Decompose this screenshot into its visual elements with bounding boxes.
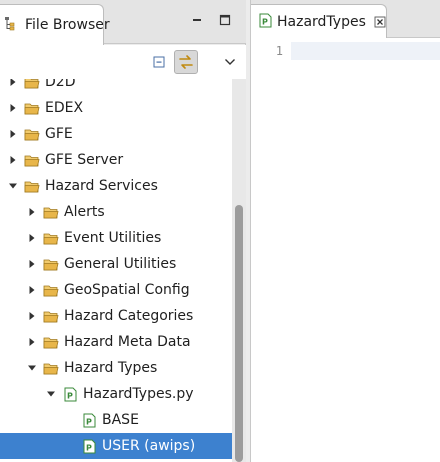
python-file-icon: P — [259, 13, 272, 32]
expanded-arrow-icon[interactable] — [8, 181, 18, 191]
svg-text:P: P — [86, 443, 92, 452]
tree-item-label: General Utilities — [64, 256, 177, 272]
tree-folder-row[interactable]: GeoSpatial Config — [0, 277, 232, 303]
file-tree: D2D EDEX GFE GFE Server Hazard Services Alert… — [0, 79, 232, 462]
tab-hazardtypes[interactable]: P HazardTypes — [251, 4, 387, 39]
tree-file-row[interactable]: P HazardTypes.py — [0, 381, 232, 407]
folder-icon — [43, 205, 59, 219]
file-browser-icon — [4, 15, 20, 35]
tree-folder-row[interactable]: GFE Server — [0, 147, 232, 173]
file-browser-tabbar: File Browser — [0, 0, 246, 45]
tree-item-label: Hazard Services — [45, 178, 158, 194]
tree-item-label: USER (awips) — [102, 438, 196, 454]
folder-icon — [43, 231, 59, 245]
chevron-down-icon — [225, 59, 235, 65]
line-number-gutter: 1 — [251, 38, 291, 462]
tree-item-label: Alerts — [64, 204, 105, 220]
folder-icon — [24, 179, 40, 193]
editor-panel: P HazardTypes 1 — [250, 0, 440, 462]
minimize-button[interactable] — [189, 12, 205, 28]
folder-icon — [43, 309, 59, 323]
collapsed-arrow-icon[interactable] — [27, 259, 37, 269]
python-file-icon: P — [62, 387, 78, 401]
expanded-arrow-icon[interactable] — [27, 363, 37, 373]
tree-folder-row[interactable]: EDEX — [0, 95, 232, 121]
file-browser-panel: File Browser D2D EDEX GFE GFE Server Haz… — [0, 0, 246, 462]
tree-folder-row[interactable]: Hazard Services — [0, 173, 232, 199]
close-icon — [374, 16, 386, 28]
line-number: 1 — [275, 44, 283, 58]
minimize-icon — [193, 19, 201, 21]
collapsed-arrow-icon[interactable] — [8, 155, 18, 165]
folder-icon — [24, 127, 40, 141]
folder-icon — [24, 153, 40, 167]
collapsed-arrow-icon[interactable] — [27, 311, 37, 321]
tree-folder-row[interactable]: Event Utilities — [0, 225, 232, 251]
close-tab-button[interactable] — [374, 16, 386, 28]
tree-item-label: Hazard Meta Data — [64, 334, 191, 350]
folder-icon — [43, 283, 59, 297]
maximize-icon — [219, 14, 231, 26]
collapsed-arrow-icon[interactable] — [27, 337, 37, 347]
collapse-all-icon — [153, 56, 165, 68]
tree-item-label: GFE Server — [45, 152, 124, 168]
link-with-editor-icon — [179, 55, 193, 69]
editor-tab-label: HazardTypes — [277, 14, 366, 30]
collapsed-arrow-icon[interactable] — [27, 285, 37, 295]
folder-icon — [43, 257, 59, 271]
folder-icon — [24, 79, 40, 89]
code-editor[interactable]: 1 — [251, 38, 440, 462]
tree-folder-row[interactable]: Alerts — [0, 199, 232, 225]
svg-text:P: P — [262, 17, 268, 26]
tree-folder-row[interactable]: Hazard Types — [0, 355, 232, 381]
folder-icon — [24, 101, 40, 115]
maximize-button[interactable] — [217, 12, 233, 28]
tree-item-label: BASE — [102, 412, 139, 428]
tree-item-label: HazardTypes.py — [83, 386, 194, 402]
collapsed-arrow-icon[interactable] — [8, 103, 18, 113]
tree-item-label: D2D — [45, 79, 76, 90]
expanded-arrow-icon[interactable] — [46, 389, 56, 399]
collapsed-arrow-icon[interactable] — [8, 79, 18, 87]
editor-text-area[interactable] — [291, 38, 440, 462]
view-menu-button[interactable] — [218, 50, 242, 74]
tree-item-label: GFE — [45, 126, 73, 142]
tree-folder-row[interactable]: General Utilities — [0, 251, 232, 277]
tree-item-label: Event Utilities — [64, 230, 162, 246]
app-window: File Browser D2D EDEX GFE GFE Server Haz… — [0, 0, 440, 462]
folder-icon — [43, 361, 59, 375]
editor-tabbar: P HazardTypes — [251, 0, 440, 39]
file-browser-toolbar — [0, 45, 246, 79]
file-browser-tab-label: File Browser — [25, 17, 110, 33]
collapse-all-button[interactable] — [147, 50, 171, 74]
python-file-icon: P — [81, 413, 97, 427]
tree-item-label: GeoSpatial Config — [64, 282, 190, 298]
folder-icon — [43, 335, 59, 349]
tree-item-label: EDEX — [45, 100, 84, 116]
scrollbar-thumb[interactable] — [235, 205, 243, 462]
collapsed-arrow-icon[interactable] — [27, 207, 37, 217]
tree-folder-row[interactable]: Hazard Meta Data — [0, 329, 232, 355]
tree-folder-row[interactable]: D2D — [0, 79, 232, 95]
tree-item-label: Hazard Categories — [64, 308, 194, 324]
svg-text:P: P — [86, 417, 92, 426]
link-with-editor-button[interactable] — [174, 50, 198, 74]
tree-scrollbar[interactable] — [232, 79, 246, 462]
collapsed-arrow-icon[interactable] — [8, 129, 18, 139]
tab-file-browser[interactable]: File Browser — [0, 4, 110, 45]
collapsed-arrow-icon[interactable] — [27, 233, 37, 243]
tree-file-row[interactable]: P USER (awips) — [0, 433, 232, 459]
tree-folder-row[interactable]: GFE — [0, 121, 232, 147]
tree-file-row[interactable]: P BASE — [0, 407, 232, 433]
svg-text:P: P — [67, 391, 73, 400]
tree-folder-row[interactable]: Hazard Categories — [0, 303, 232, 329]
tree-item-label: Hazard Types — [64, 360, 158, 376]
python-file-icon: P — [81, 439, 97, 453]
